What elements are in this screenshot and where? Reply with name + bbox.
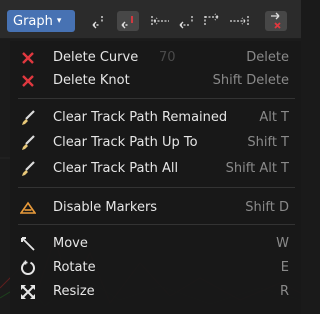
menu-item-clear-track-path-up-to[interactable]: Clear Track Path Up To Shift T bbox=[10, 133, 295, 153]
x-icon bbox=[20, 50, 36, 66]
menu-item-clear-track-path-remained[interactable]: Clear Track Path Remained Alt T bbox=[10, 108, 295, 128]
menu-item-disable-markers[interactable]: Disable Markers Shift D bbox=[10, 198, 295, 218]
background-frame-number: 70 bbox=[159, 50, 176, 65]
menu-item-label: Rotate bbox=[53, 260, 96, 275]
menu-item-label: Disable Markers bbox=[53, 200, 158, 215]
track-forward-icon[interactable] bbox=[228, 11, 250, 31]
marker-icon bbox=[20, 200, 36, 216]
brush-icon bbox=[20, 110, 36, 126]
menu-item-shortcut: Shift Alt T bbox=[225, 161, 289, 176]
menu-item-label: Clear Track Path Up To bbox=[53, 135, 198, 150]
menu-item-label: Delete Knot bbox=[53, 73, 130, 88]
menu-item-resize[interactable]: Resize R bbox=[10, 282, 295, 302]
menu-item-label: Resize bbox=[53, 284, 95, 299]
menu-item-delete-knot[interactable]: Delete Knot Shift Delete bbox=[10, 71, 295, 91]
menu-item-shortcut: E bbox=[280, 260, 289, 275]
menu-item-shortcut: Alt T bbox=[259, 110, 289, 125]
chevron-down-icon: ▾ bbox=[56, 16, 62, 26]
track-forward-frame-icon[interactable] bbox=[202, 11, 224, 31]
menu-item-shortcut: R bbox=[279, 284, 289, 299]
menu-separator bbox=[18, 98, 295, 99]
graph-dropdown-menu: Delete Curve 70 Delete Delete Knot Shift… bbox=[10, 41, 301, 314]
menu-item-shortcut: Shift D bbox=[245, 200, 289, 215]
menu-item-shortcut: W bbox=[276, 236, 289, 251]
brush-icon bbox=[20, 161, 36, 177]
menu-item-label: Clear Track Path All bbox=[53, 161, 179, 176]
track-backward-icon[interactable] bbox=[150, 11, 172, 31]
jump-to-prev-marker-icon[interactable] bbox=[117, 11, 139, 31]
jump-to-end-icon[interactable] bbox=[265, 11, 287, 31]
menu-separator bbox=[18, 187, 295, 188]
menu-item-label: Clear Track Path Remained bbox=[53, 110, 228, 125]
graph-menu-label: Graph bbox=[13, 13, 53, 29]
menu-item-clear-track-path-all[interactable]: Clear Track Path All Shift Alt T bbox=[10, 159, 295, 179]
jump-to-start-icon[interactable] bbox=[88, 11, 110, 31]
menu-item-rotate[interactable]: Rotate E bbox=[10, 258, 295, 278]
menu-separator bbox=[18, 224, 295, 225]
x-icon bbox=[20, 73, 36, 89]
graph-menu-button[interactable]: Graph ▾ bbox=[7, 10, 75, 32]
rotate-icon bbox=[20, 260, 36, 276]
header-bar: Graph ▾ bbox=[0, 0, 301, 39]
menu-item-delete-curve[interactable]: Delete Curve 70 Delete bbox=[10, 48, 295, 68]
menu-item-label: Delete Curve bbox=[53, 50, 139, 65]
menu-item-shortcut: Shift Delete bbox=[212, 73, 289, 88]
brush-icon bbox=[20, 135, 36, 151]
menu-item-label: Move bbox=[53, 236, 88, 251]
menu-item-shortcut: Shift T bbox=[247, 135, 289, 150]
move-icon bbox=[20, 236, 36, 252]
track-backward-frame-icon[interactable] bbox=[176, 11, 198, 31]
resize-icon bbox=[20, 284, 36, 300]
menu-item-move[interactable]: Move W bbox=[10, 234, 295, 254]
menu-item-shortcut: Delete bbox=[246, 50, 289, 65]
